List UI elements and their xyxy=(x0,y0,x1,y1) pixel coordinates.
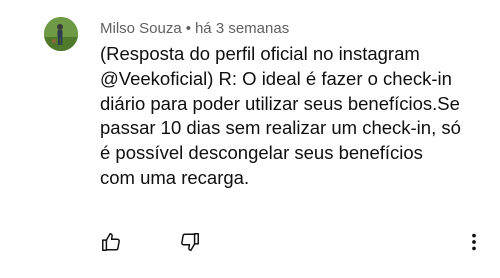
more-options-button[interactable] xyxy=(460,228,488,256)
thumbs-down-icon xyxy=(181,233,199,251)
dislike-button[interactable] xyxy=(176,228,204,256)
avatar[interactable] xyxy=(44,17,78,51)
author-name[interactable]: Milso Souza xyxy=(100,20,182,37)
like-button[interactable] xyxy=(97,228,125,256)
meta-separator: • xyxy=(185,20,191,37)
comment-line: com uma recarga. xyxy=(100,166,250,188)
comment-line: (Resposta do perfil oficial no instagram xyxy=(100,43,420,64)
more-vertical-icon xyxy=(472,233,476,251)
comment-actions xyxy=(0,228,500,256)
comment-line: é possível descongelar seus benefícios xyxy=(100,142,423,164)
comment-line: diário para poder utilizar seus benefíci… xyxy=(100,92,460,114)
comment-text: (Resposta do perfil oficial no instagram… xyxy=(100,42,492,191)
comment-meta: Milso Souza • há 3 semanas xyxy=(100,20,289,37)
comment-line: passar 10 dias sem realizar um check-in,… xyxy=(100,117,461,139)
thumbs-up-icon xyxy=(102,233,120,251)
comment-line: @Veekoficial) R: O ideal é fazer o check… xyxy=(100,67,452,89)
comment-timestamp[interactable]: há 3 semanas xyxy=(195,20,289,37)
